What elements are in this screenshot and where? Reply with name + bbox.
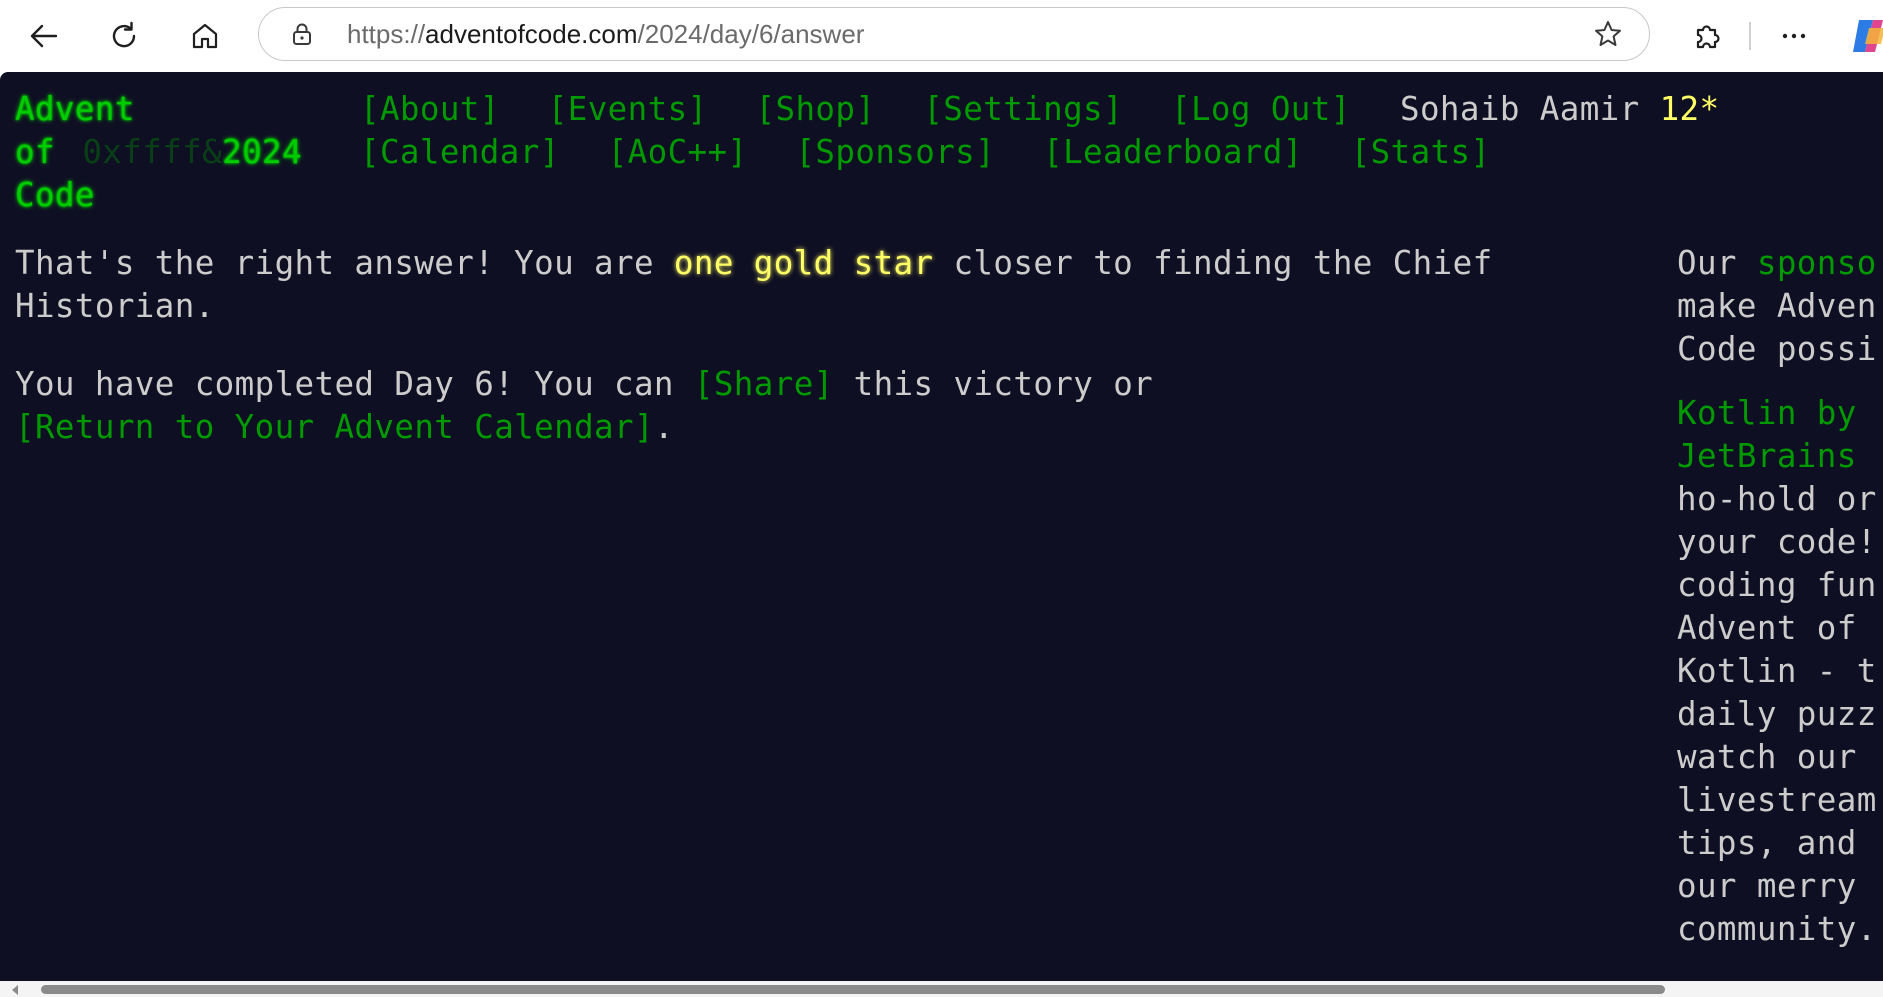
primary-nav: [About] [Events] [Shop] [Settings] [Log Out] bbox=[360, 88, 1399, 131]
user-star-count: 12* bbox=[1659, 90, 1720, 128]
user-info: Sohaib Aamir 12* bbox=[1400, 88, 1719, 131]
sponsor-ad-line: daily puzz bbox=[1677, 695, 1877, 733]
user-name: Sohaib Aamir bbox=[1400, 90, 1640, 128]
favorite-star-icon[interactable] bbox=[1593, 19, 1623, 49]
extensions-icon bbox=[1696, 25, 1720, 49]
sponsor-intro-line: Code possi bbox=[1677, 330, 1877, 368]
extensions-button[interactable] bbox=[1685, 14, 1729, 58]
completion-text-middle: this victory or bbox=[833, 365, 1154, 403]
sponsor-ad-line: community. bbox=[1677, 910, 1877, 948]
lock-icon[interactable] bbox=[289, 21, 315, 47]
nav-events-link[interactable]: [Events] bbox=[548, 90, 708, 128]
secondary-nav: [Calendar] [AoC++] [Sponsors] [Leaderboard]… bbox=[360, 131, 1538, 174]
address-bar[interactable]: https://adventofcode.com/2024/day/6/answ… bbox=[258, 7, 1650, 61]
browser-toolbar: https://adventofcode.com/2024/day/6/answ… bbox=[0, 0, 1883, 72]
reload-icon bbox=[112, 21, 136, 48]
sponsor-ad-line: tips, and bbox=[1677, 824, 1857, 862]
sponsor-link-line: JetBrains bbox=[1677, 437, 1857, 475]
home-button[interactable] bbox=[183, 14, 227, 58]
nav-shop-link[interactable]: [Shop] bbox=[756, 90, 876, 128]
sponsor-ad-line: watch our bbox=[1677, 738, 1857, 776]
return-to-calendar-link[interactable]: [Return to Your Advent Calendar] bbox=[15, 408, 654, 446]
sponsor-ad-line: Kotlin - t bbox=[1677, 652, 1877, 690]
sponsor-ad-line: livestream bbox=[1677, 781, 1877, 819]
completion-message: You have completed Day 6! You can [Share… bbox=[15, 363, 1570, 449]
nav-settings-link[interactable]: [Settings] bbox=[923, 90, 1123, 128]
nav-aocpp-link[interactable]: [AoC++] bbox=[608, 133, 748, 171]
sponsor-sidebar: Our sponso make Adven Code possi Kotlin … bbox=[1677, 242, 1883, 972]
url-text[interactable]: https://adventofcode.com/2024/day/6/answ… bbox=[347, 8, 864, 60]
sponsor-ad: Kotlin by JetBrains ho-hold or your code!… bbox=[1677, 392, 1883, 951]
sponsor-intro-text: Our bbox=[1677, 244, 1757, 282]
nav-sponsors-link[interactable]: [Sponsors] bbox=[795, 133, 995, 171]
sponsor-link-line: Kotlin by bbox=[1677, 394, 1857, 432]
event-year[interactable]: 0xffff&2024 bbox=[15, 131, 302, 174]
sponsor-ad-line: ho-hold or bbox=[1677, 480, 1877, 518]
back-arrow-icon bbox=[30, 24, 58, 48]
share-link[interactable]: [Share] bbox=[694, 365, 834, 403]
back-button[interactable] bbox=[22, 14, 66, 58]
sponsor-ad-line: coding fun bbox=[1677, 566, 1877, 604]
page-viewport: Advent of Code 0xffff&2024 [About] [Event… bbox=[0, 72, 1883, 981]
year-prefix: 0xffff& bbox=[82, 133, 223, 171]
answer-article: That's the right answer! You are one gol… bbox=[15, 242, 1570, 484]
scrollbar-thumb[interactable] bbox=[41, 985, 1665, 994]
completion-text-start: You have completed Day 6! You can bbox=[15, 365, 694, 403]
url-host: adventofcode.com bbox=[425, 19, 638, 49]
nav-stats-link[interactable]: [Stats] bbox=[1351, 133, 1491, 171]
result-message: That's the right answer! You are one gol… bbox=[15, 242, 1570, 328]
more-options-button[interactable] bbox=[1772, 14, 1816, 58]
sponsor-ad-line: our merry bbox=[1677, 867, 1857, 905]
horizontal-scrollbar[interactable] bbox=[0, 981, 1883, 997]
sponsors-link[interactable]: sponso bbox=[1757, 244, 1877, 282]
home-icon bbox=[192, 23, 218, 49]
sponsor-kotlin-link[interactable]: Kotlin by JetBrains bbox=[1677, 394, 1857, 475]
toolbar-divider bbox=[1749, 22, 1751, 50]
completion-text-end: . bbox=[653, 408, 674, 446]
result-text-start: That's the right answer! You are bbox=[15, 244, 674, 282]
sponsor-intro-line: make Adven bbox=[1677, 287, 1877, 325]
gold-star-highlight: one gold star bbox=[673, 244, 934, 282]
sponsor-ad-line: Advent of bbox=[1677, 609, 1857, 647]
reload-button[interactable] bbox=[102, 14, 146, 58]
nav-logout-link[interactable]: [Log Out] bbox=[1171, 90, 1351, 128]
year-number: 2024 bbox=[222, 133, 302, 171]
nav-about-link[interactable]: [About] bbox=[360, 90, 500, 128]
nav-leaderboard-link[interactable]: [Leaderboard] bbox=[1043, 133, 1303, 171]
sponsor-intro: Our sponso make Adven Code possi bbox=[1677, 242, 1883, 371]
url-path: /2024/day/6/answer bbox=[637, 19, 865, 49]
copilot-icon[interactable] bbox=[1849, 16, 1883, 56]
nav-calendar-link[interactable]: [Calendar] bbox=[360, 133, 560, 171]
more-options-icon bbox=[1782, 33, 1806, 39]
scroll-left-arrow-icon[interactable] bbox=[12, 985, 18, 995]
url-scheme: https:// bbox=[347, 19, 426, 49]
sponsor-ad-line: your code! bbox=[1677, 523, 1877, 561]
